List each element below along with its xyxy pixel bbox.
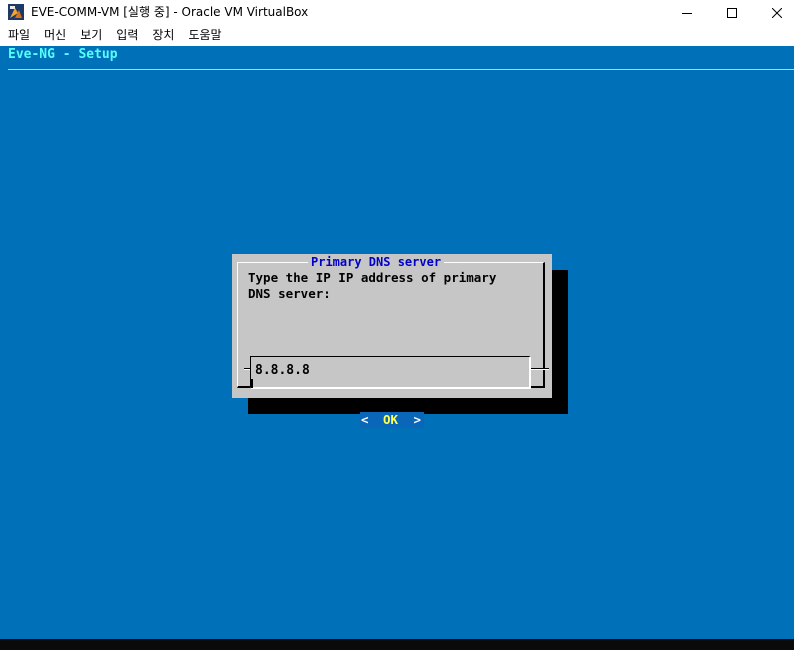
menu-view[interactable]: 보기: [73, 24, 109, 46]
ok-right-bracket: >: [413, 412, 421, 427]
dialog-prompt: Type the IP IP address of primary DNS se…: [248, 270, 497, 301]
dns-dialog: Primary DNS server Type the IP IP addres…: [232, 254, 552, 428]
ok-label: OK: [383, 412, 399, 427]
minimize-button[interactable]: [664, 0, 710, 24]
setup-backtitle: Eve-NG - Setup: [8, 47, 118, 62]
close-icon: [771, 3, 783, 22]
dns-input-field[interactable]: 8.8.8.8: [250, 356, 531, 389]
text-cursor: [251, 379, 253, 388]
menu-machine[interactable]: 머신: [37, 24, 73, 46]
vm-console[interactable]: Eve-NG - Setup Primary DNS server Type t…: [0, 46, 794, 639]
menu-devices[interactable]: 장치: [145, 24, 181, 46]
dns-input-value: 8.8.8.8: [255, 363, 310, 378]
close-button[interactable]: [754, 0, 794, 24]
menu-input[interactable]: 입력: [109, 24, 145, 46]
maximize-icon: [727, 3, 737, 22]
maximize-button[interactable]: [709, 0, 755, 24]
virtualbox-icon[interactable]: [8, 4, 24, 20]
minimize-icon: [682, 3, 692, 22]
menu-file[interactable]: 파일: [0, 24, 37, 46]
dialog-title: Primary DNS server: [308, 255, 445, 269]
ok-button[interactable]: < OK >: [360, 412, 424, 428]
ok-left-bracket: <: [361, 412, 369, 427]
menu-help[interactable]: 도움말: [181, 24, 228, 46]
backtitle-rule: [8, 69, 794, 70]
menu-bar: 파일 머신 보기 입력 장치 도움말: [0, 24, 794, 46]
window-title: EVE-COMM-VM [실행 중] - Oracle VM VirtualBo…: [31, 5, 309, 19]
console-bottom-bar: [0, 639, 794, 650]
window-title-bar: EVE-COMM-VM [실행 중] - Oracle VM VirtualBo…: [0, 0, 794, 24]
